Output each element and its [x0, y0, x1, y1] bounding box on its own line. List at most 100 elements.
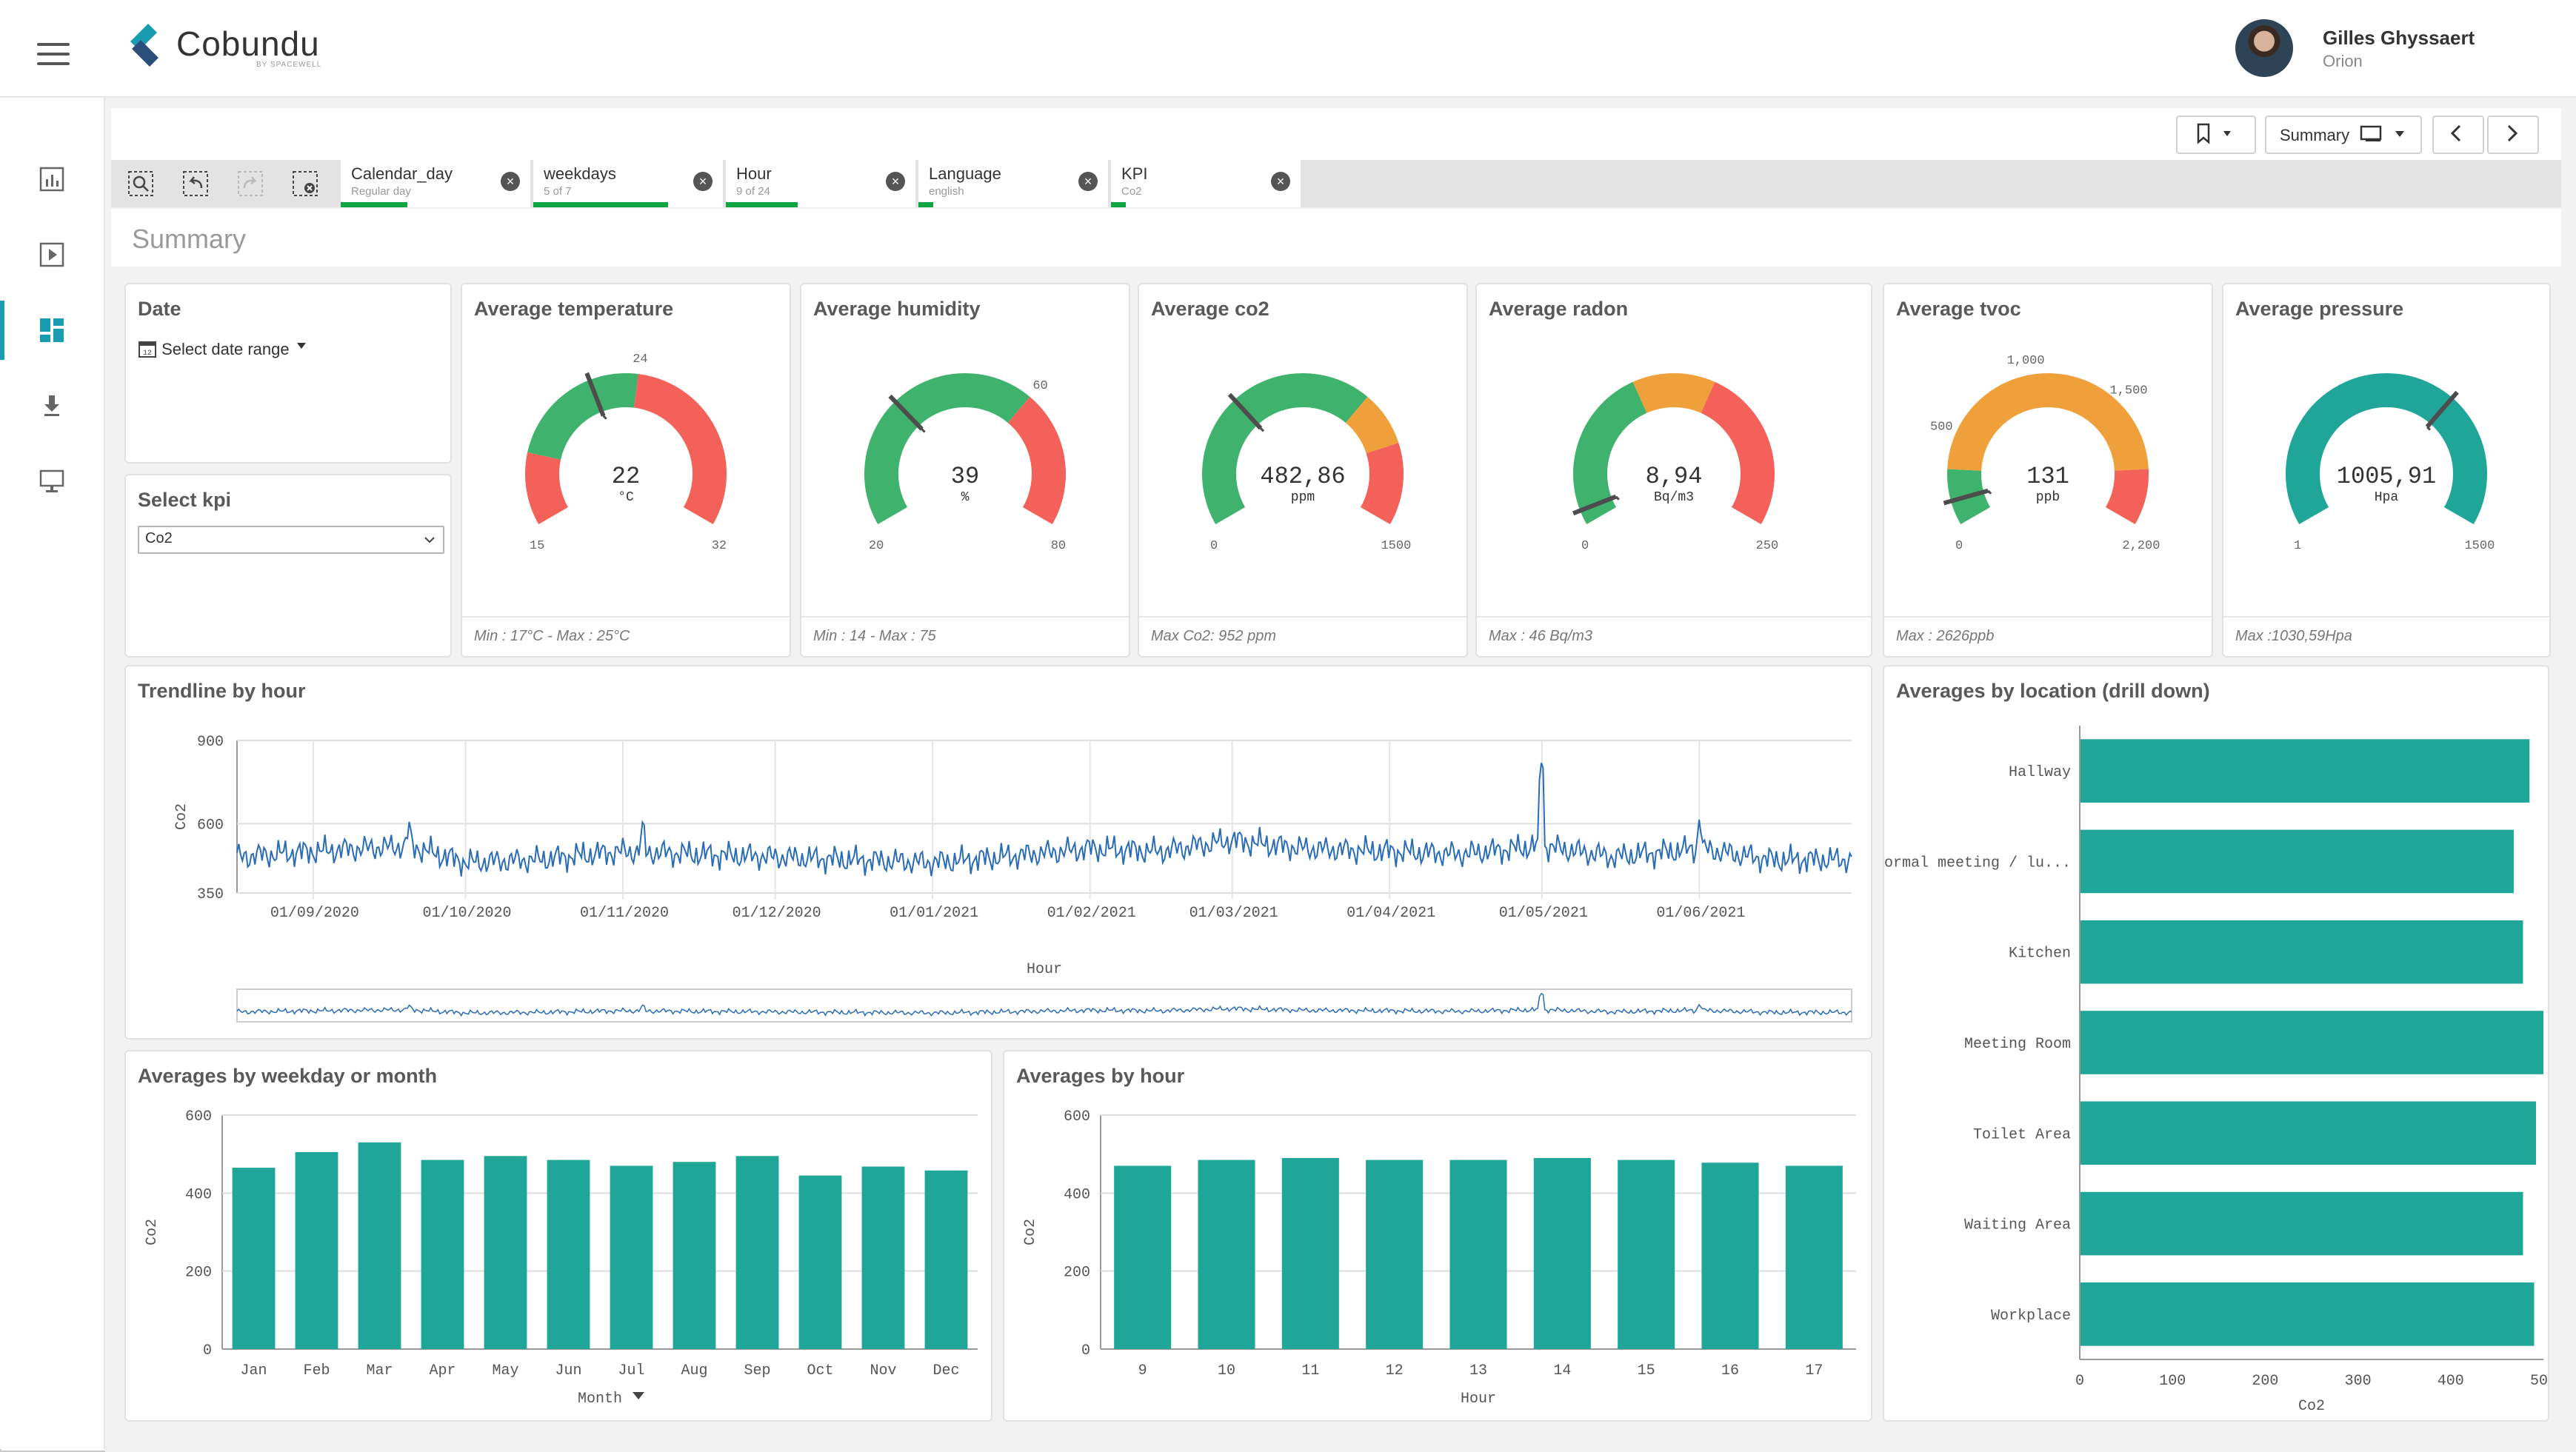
gauge-footer-text: Max : 46 Bq/m3	[1489, 628, 1593, 644]
gauge-chart[interactable]: 22°C 15 32 24	[462, 284, 790, 610]
gauge-value: 482,86	[1260, 463, 1345, 490]
bar[interactable]	[2081, 920, 2523, 984]
clear-selection-icon[interactable]: ×	[501, 172, 520, 191]
app-logo[interactable]: Cobundu BY SPACEWELL	[119, 16, 415, 76]
bar[interactable]	[421, 1160, 464, 1349]
date-filter-card: Date 12 Select date range	[124, 283, 452, 464]
selection-state-bar	[726, 202, 798, 207]
y-tick-label: 600	[1064, 1108, 1090, 1125]
category-label: Hallway	[2009, 764, 2071, 781]
sidebar-item-stories[interactable]	[0, 225, 104, 284]
bar[interactable]	[2081, 829, 2514, 894]
sidebar-item-analytics[interactable]	[0, 150, 104, 209]
selection-chip-weekdays[interactable]: weekdays 5 of 7 ×	[533, 160, 724, 207]
bar[interactable]	[798, 1175, 842, 1349]
gauge-chart[interactable]: 482,86ppm 0 1500	[1139, 284, 1466, 610]
bar[interactable]	[2081, 1191, 2523, 1256]
bar[interactable]	[295, 1152, 338, 1349]
step-back-icon[interactable]	[181, 169, 210, 198]
mini-chart-scrollbar[interactable]	[236, 988, 1852, 1023]
bar[interactable]	[1449, 1160, 1507, 1349]
bar[interactable]	[1198, 1160, 1255, 1349]
y-tick-label: 350	[197, 886, 224, 903]
bar[interactable]	[1366, 1160, 1424, 1349]
sheet-selector-button[interactable]: Summary	[2265, 116, 2422, 154]
bar[interactable]	[1281, 1157, 1339, 1349]
bar[interactable]	[861, 1166, 905, 1349]
kpi-select[interactable]: Co2	[138, 526, 444, 554]
gauge-chart[interactable]: 131ppb 0 2,200 500 1,000 1,500	[1884, 284, 2212, 610]
smart-search-icon[interactable]	[126, 169, 156, 198]
hour-chart[interactable]: 0 200 400 600 9 10 11 12 13 14 15 16 17 Co2 Hour	[1004, 1051, 1871, 1420]
bar[interactable]	[735, 1156, 779, 1349]
bar[interactable]	[1533, 1157, 1591, 1349]
y-tick-label: 900	[197, 734, 224, 751]
bar[interactable]	[2081, 1282, 2535, 1346]
user-profile[interactable]: Gilles Ghyssaert Orion	[2235, 19, 2509, 78]
bar[interactable]	[1785, 1165, 1843, 1349]
bar[interactable]	[673, 1162, 716, 1349]
x-tick-label: 01/05/2021	[1499, 905, 1588, 922]
bar[interactable]	[484, 1156, 527, 1349]
y-tick-label: 200	[185, 1265, 212, 1282]
trend-series-line[interactable]	[236, 763, 1852, 877]
date-range-picker[interactable]: 12 Select date range	[138, 339, 309, 359]
selection-chip-kpi[interactable]: KPI Co2 ×	[1111, 160, 1302, 207]
bar[interactable]	[1114, 1165, 1172, 1349]
previous-sheet-button[interactable]	[2432, 116, 2484, 154]
clear-selection-icon[interactable]: ×	[1078, 172, 1098, 191]
gauge-chart[interactable]: 8,94Bq/m3 0 250	[1477, 284, 1871, 610]
selections-bar: Calendar_day Regular day × weekdays 5 of 7 × H…	[111, 160, 2561, 207]
gauge-footer: Max : 2626ppb	[1884, 616, 2212, 656]
x-tick-label: Sep	[744, 1362, 770, 1379]
clear-selection-icon[interactable]: ×	[886, 172, 905, 191]
step-forward-icon[interactable]	[236, 169, 265, 198]
x-tick-label: 400	[2437, 1373, 2464, 1390]
trendline-chart[interactable]: 350 600 900 01/09/2020 01/10/2020 01/11/2020 0…	[126, 666, 1871, 1038]
y-axis-title: Co2	[144, 1219, 161, 1245]
bar[interactable]	[924, 1170, 968, 1349]
caret-down-icon[interactable]	[633, 1392, 644, 1399]
gauge-chart[interactable]: 39% 20 80 60	[801, 284, 1129, 610]
x-tick-label: 200	[2252, 1373, 2278, 1390]
bar[interactable]	[2081, 1011, 2543, 1074]
calendar-icon: 12	[139, 341, 156, 358]
gauge-chart[interactable]: 1005,91Hpa 1 1500	[2223, 284, 2549, 610]
sidebar-item-dashboard[interactable]	[0, 301, 108, 360]
gauge-needle-tip	[602, 415, 607, 420]
next-sheet-button[interactable]	[2487, 116, 2539, 154]
menu-icon[interactable]	[37, 43, 70, 65]
selection-chip-hour[interactable]: Hour 9 of 24 ×	[726, 160, 917, 207]
gauge-card: Average temperature Min : 17°C - Max : 25…	[461, 283, 791, 658]
x-tick-label: Jan	[240, 1362, 267, 1379]
sidebar-item-download[interactable]	[0, 376, 104, 435]
location-chart[interactable]: 0 100 200 300 400 500 Hallway Informal meeting …	[1884, 666, 2548, 1420]
clear-selection-icon[interactable]: ×	[693, 172, 713, 191]
avatar[interactable]	[2235, 19, 2293, 77]
gauge-band	[1360, 442, 1404, 524]
bar[interactable]	[232, 1168, 276, 1349]
chevron-left-icon	[2450, 124, 2461, 142]
bar[interactable]	[1618, 1160, 1675, 1349]
selection-chip-calendar-day[interactable]: Calendar_day Regular day ×	[341, 160, 532, 207]
gauge-footer: Max : 46 Bq/m3	[1477, 616, 1871, 656]
gauge-unit: %	[961, 490, 970, 505]
gauge-band	[1632, 373, 1715, 414]
sidebar-item-monitor[interactable]	[0, 452, 104, 511]
bar[interactable]	[547, 1160, 590, 1349]
bar[interactable]	[2081, 1101, 2536, 1165]
selection-chip-language[interactable]: Language english ×	[918, 160, 1110, 207]
hourly-card: Averages by hour 0 200 400 600 9 10 11 12 13 14 15…	[1003, 1050, 1872, 1422]
clear-selection-icon[interactable]: ×	[1271, 172, 1290, 191]
bar[interactable]	[1701, 1162, 1759, 1349]
gauge-tick-label: 1,000	[2007, 354, 2045, 368]
x-tick-label: 01/10/2020	[422, 905, 511, 922]
clear-all-icon[interactable]	[290, 169, 320, 198]
bookmarks-button[interactable]	[2176, 116, 2256, 154]
bar[interactable]	[610, 1165, 653, 1349]
kpi-filter-title: Select kpi	[138, 489, 232, 511]
gauge-value: 39	[951, 463, 979, 490]
month-chart[interactable]: 0 200 400 600 Jan Feb Mar Apr May Jun Jul Aug Sep Oct…	[126, 1051, 991, 1420]
bar[interactable]	[358, 1142, 401, 1349]
bar[interactable]	[2081, 739, 2530, 803]
